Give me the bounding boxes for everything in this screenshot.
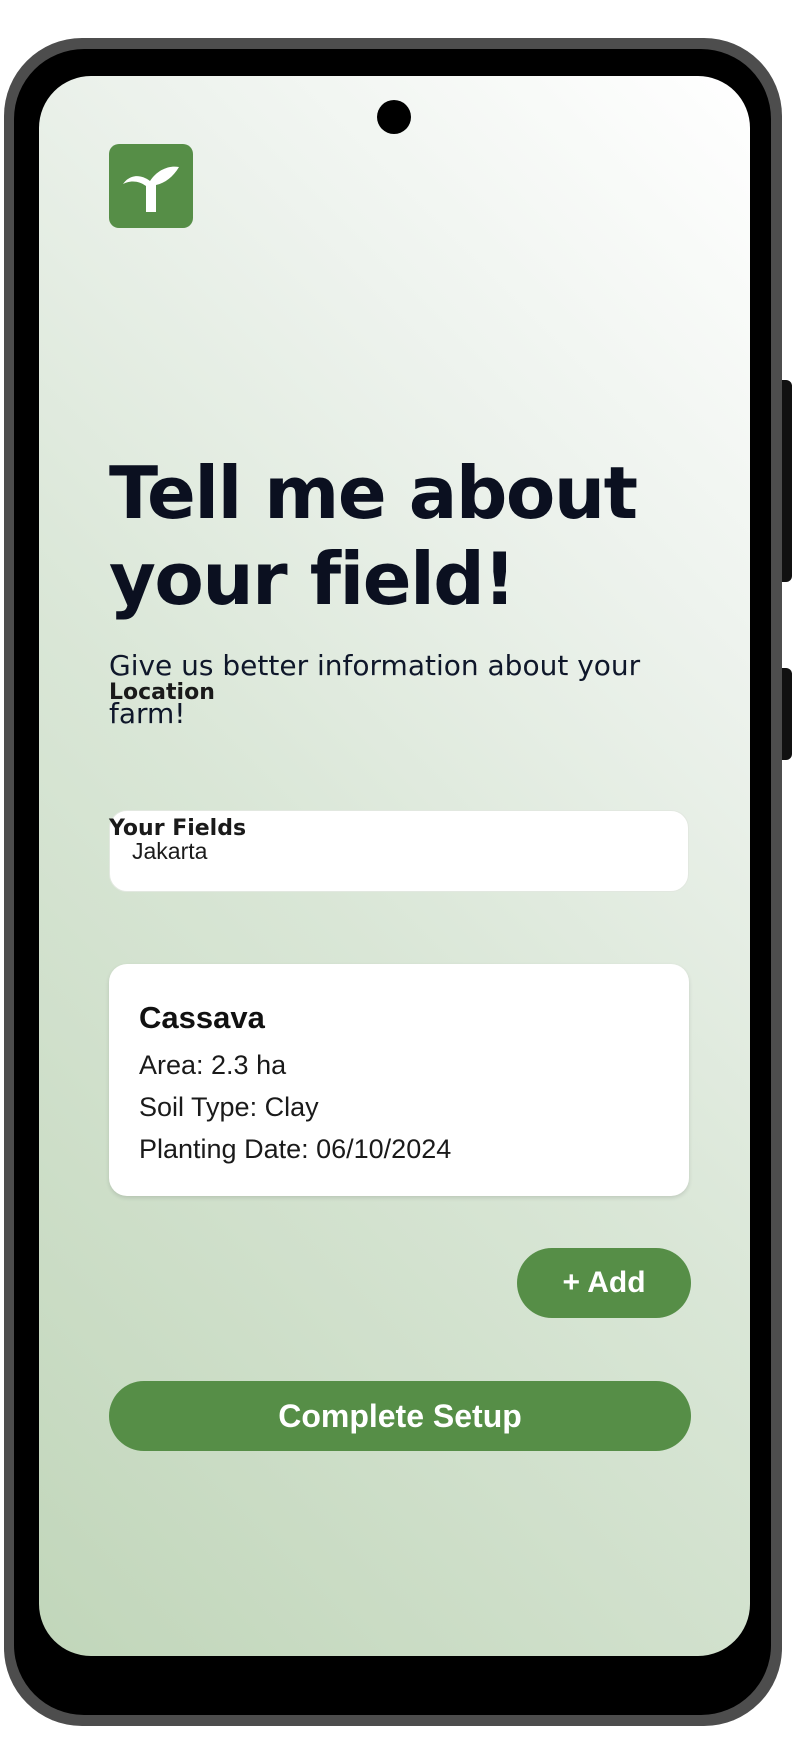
field-name: Cassava (139, 1000, 265, 1035)
your-fields-label: Your Fields (109, 816, 247, 841)
power-button (782, 380, 792, 582)
volume-button (782, 668, 792, 760)
field-area: Area: 2.3 ha (139, 1050, 287, 1080)
page-title: Tell me about your field! (109, 450, 638, 622)
title-line-1: Tell me about (109, 451, 638, 535)
app-logo (109, 144, 193, 228)
add-field-button[interactable]: + Add (517, 1248, 691, 1318)
field-soil-type: Soil Type: Clay (139, 1092, 319, 1122)
complete-setup-button[interactable]: Complete Setup (109, 1381, 691, 1451)
sprout-icon (123, 166, 179, 212)
location-label: Location (109, 680, 215, 705)
app-screen: Tell me about your field! Give us better… (39, 76, 750, 1656)
field-card[interactable]: Cassava Area: 2.3 ha Soil Type: Clay Pla… (109, 964, 689, 1196)
front-camera (377, 100, 411, 134)
title-line-2: your field! (109, 537, 516, 621)
field-planting-date: Planting Date: 06/10/2024 (139, 1134, 452, 1164)
